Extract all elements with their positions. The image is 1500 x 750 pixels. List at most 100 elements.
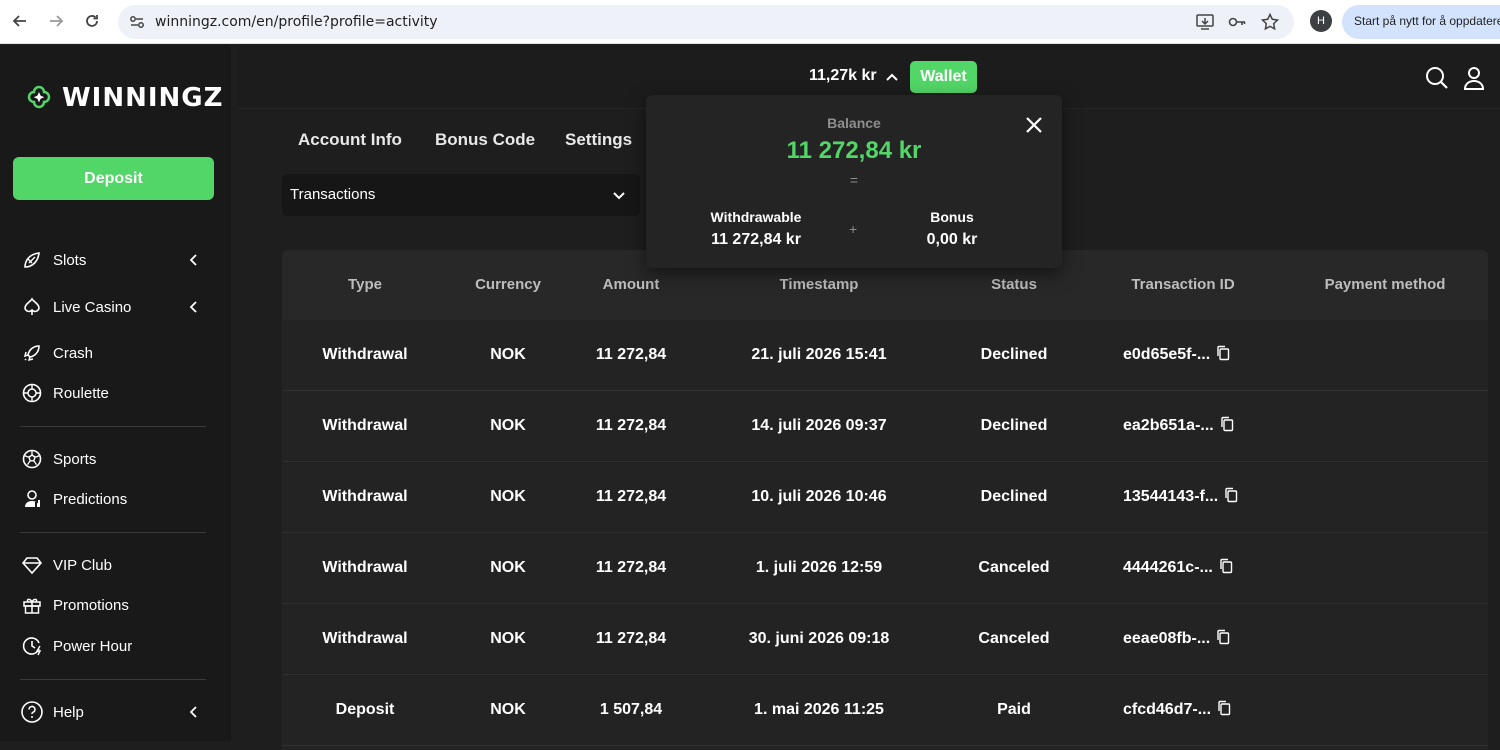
sidebar-item-roulette[interactable]: Roulette xyxy=(20,379,210,407)
deposit-button[interactable]: Deposit xyxy=(13,157,214,200)
sidebar-item-label: Crash xyxy=(53,344,94,362)
tab-settings[interactable]: Settings xyxy=(565,130,632,150)
rocket-icon xyxy=(20,341,44,365)
cell-status: Canceled xyxy=(978,630,1050,647)
bonus-label: Bonus xyxy=(930,209,974,225)
help-icon xyxy=(20,700,44,724)
user-icon[interactable] xyxy=(1462,65,1486,91)
cell-amount: 11 272,84 xyxy=(595,559,667,576)
cell-timestamp: 1. mai 2026 11:25 xyxy=(754,701,884,718)
copy-icon[interactable] xyxy=(1216,345,1230,361)
table-row: Withdrawal NOK 11 272,84 21. juli 2026 1… xyxy=(282,320,1488,391)
select-value: Transactions xyxy=(290,186,376,203)
site-settings-icon[interactable] xyxy=(128,13,146,31)
sidebar-item-help[interactable]: Help xyxy=(20,698,210,726)
sidebar-item-crash[interactable]: Crash xyxy=(20,339,210,367)
table-row: Deposit NOK 1 507,84 1. mai 2026 11:25 P… xyxy=(282,675,1488,746)
sidebar-item-sports[interactable]: Sports xyxy=(20,445,210,473)
bookmark-star-icon[interactable] xyxy=(1260,12,1280,32)
sidebar: WINNINGZ Deposit Slots Live Casino Crash… xyxy=(0,45,231,741)
forward-arrow-icon[interactable] xyxy=(44,9,68,33)
withdrawable-label: Withdrawable xyxy=(710,209,802,225)
chevron-left-icon[interactable] xyxy=(186,299,202,315)
sidebar-item-label: Sports xyxy=(53,450,97,468)
column-header: Currency xyxy=(475,276,541,293)
sidebar-item-label: Live Casino xyxy=(53,298,132,316)
browser-update-button[interactable]: Start på nytt for å oppdatere xyxy=(1342,5,1500,39)
sidebar-item-label: Promotions xyxy=(53,596,129,614)
table-row: Withdrawal NOK 11 272,84 30. juni 2026 0… xyxy=(282,604,1488,675)
sidebar-item-label: Help xyxy=(53,703,84,721)
table-row: Withdrawal NOK 11 272,84 10. juli 2026 1… xyxy=(282,462,1488,533)
cell-currency: NOK xyxy=(490,630,526,647)
install-app-icon[interactable] xyxy=(1195,12,1215,32)
sidebar-item-live-casino[interactable]: Live Casino xyxy=(20,293,210,321)
logo-text: WINNINGZ xyxy=(62,83,224,113)
password-key-icon[interactable] xyxy=(1227,12,1247,32)
transaction-id: 13544143-f... xyxy=(1123,488,1219,505)
cell-type: Withdrawal xyxy=(322,346,408,363)
cell-type: Withdrawal xyxy=(322,488,408,505)
withdrawable-value: 11 272,84 kr xyxy=(711,231,801,248)
cell-timestamp: 21. juli 2026 15:41 xyxy=(751,346,887,363)
logo[interactable]: WINNINGZ xyxy=(20,79,224,117)
chevron-up-icon[interactable] xyxy=(884,69,900,85)
header-balance[interactable]: 11,27k kr xyxy=(809,67,877,85)
cell-amount: 1 507,84 xyxy=(599,701,663,718)
sidebar-divider xyxy=(20,532,206,533)
cell-status: Declined xyxy=(980,417,1048,434)
clover-logo-icon xyxy=(27,85,51,109)
sidebar-item-label: Predictions xyxy=(53,490,128,508)
sidebar-item-predictions[interactable]: Predictions xyxy=(20,485,210,513)
column-header: Type xyxy=(348,276,382,293)
wallet-popover: Balance 11 272,84 kr = Withdrawable 11 2… xyxy=(646,95,1062,268)
copy-icon[interactable] xyxy=(1216,629,1230,645)
cell-type: Withdrawal xyxy=(322,559,408,576)
equals-sign: = xyxy=(849,172,859,188)
cell-amount: 11 272,84 xyxy=(595,417,667,434)
cell-timestamp: 14. juli 2026 09:37 xyxy=(751,417,887,434)
tab-account-info[interactable]: Account Info xyxy=(298,130,402,150)
roulette-icon xyxy=(20,381,44,405)
table-row: Withdrawal NOK 11 272,84 14. juli 2026 0… xyxy=(282,391,1488,462)
tab-bonus-code[interactable]: Bonus Code xyxy=(435,130,535,150)
cell-amount: 11 272,84 xyxy=(595,346,667,363)
sidebar-item-vip-club[interactable]: VIP Club xyxy=(20,551,210,579)
column-header: Timestamp xyxy=(779,276,859,293)
wallet-button[interactable]: Wallet xyxy=(910,61,977,93)
sidebar-divider xyxy=(20,426,206,427)
sidebar-item-label: VIP Club xyxy=(53,556,112,574)
sidebar-item-power-hour[interactable]: Power Hour xyxy=(20,632,210,660)
copy-icon[interactable] xyxy=(1217,700,1231,716)
cell-timestamp: 30. juni 2026 09:18 xyxy=(748,630,890,647)
reload-icon[interactable] xyxy=(80,9,104,33)
cell-currency: NOK xyxy=(490,559,526,576)
browser-profile-avatar[interactable]: H xyxy=(1310,10,1332,32)
cell-status: Declined xyxy=(980,346,1048,363)
copy-icon[interactable] xyxy=(1219,558,1233,574)
diamond-icon xyxy=(20,553,44,577)
column-header: Status xyxy=(991,276,1037,293)
back-arrow-icon[interactable] xyxy=(8,9,32,33)
cell-currency: NOK xyxy=(490,701,526,718)
soccer-ball-icon xyxy=(20,447,44,471)
bonus-value: 0,00 kr xyxy=(926,231,978,248)
slot-icon xyxy=(20,248,44,272)
cell-type: Withdrawal xyxy=(322,630,408,647)
chevron-left-icon[interactable] xyxy=(186,252,202,268)
cell-currency: NOK xyxy=(490,346,526,363)
predictions-icon xyxy=(20,487,44,511)
activity-filter-select[interactable]: Transactions xyxy=(282,174,640,216)
address-bar[interactable]: winningz.com/en/profile?profile=activity xyxy=(118,5,1294,39)
transaction-id: 4444261c-... xyxy=(1123,559,1213,576)
copy-icon[interactable] xyxy=(1220,416,1234,432)
cell-timestamp: 10. juli 2026 10:46 xyxy=(751,488,887,505)
search-icon[interactable] xyxy=(1424,65,1450,91)
balance-label: Balance xyxy=(827,115,881,131)
sidebar-item-slots[interactable]: Slots xyxy=(20,246,210,274)
chevron-left-icon[interactable] xyxy=(186,704,202,720)
cell-transaction-id: cfcd46d7-... xyxy=(1123,700,1231,719)
cell-currency: NOK xyxy=(490,417,526,434)
sidebar-item-promotions[interactable]: Promotions xyxy=(20,591,210,619)
copy-icon[interactable] xyxy=(1224,487,1238,503)
